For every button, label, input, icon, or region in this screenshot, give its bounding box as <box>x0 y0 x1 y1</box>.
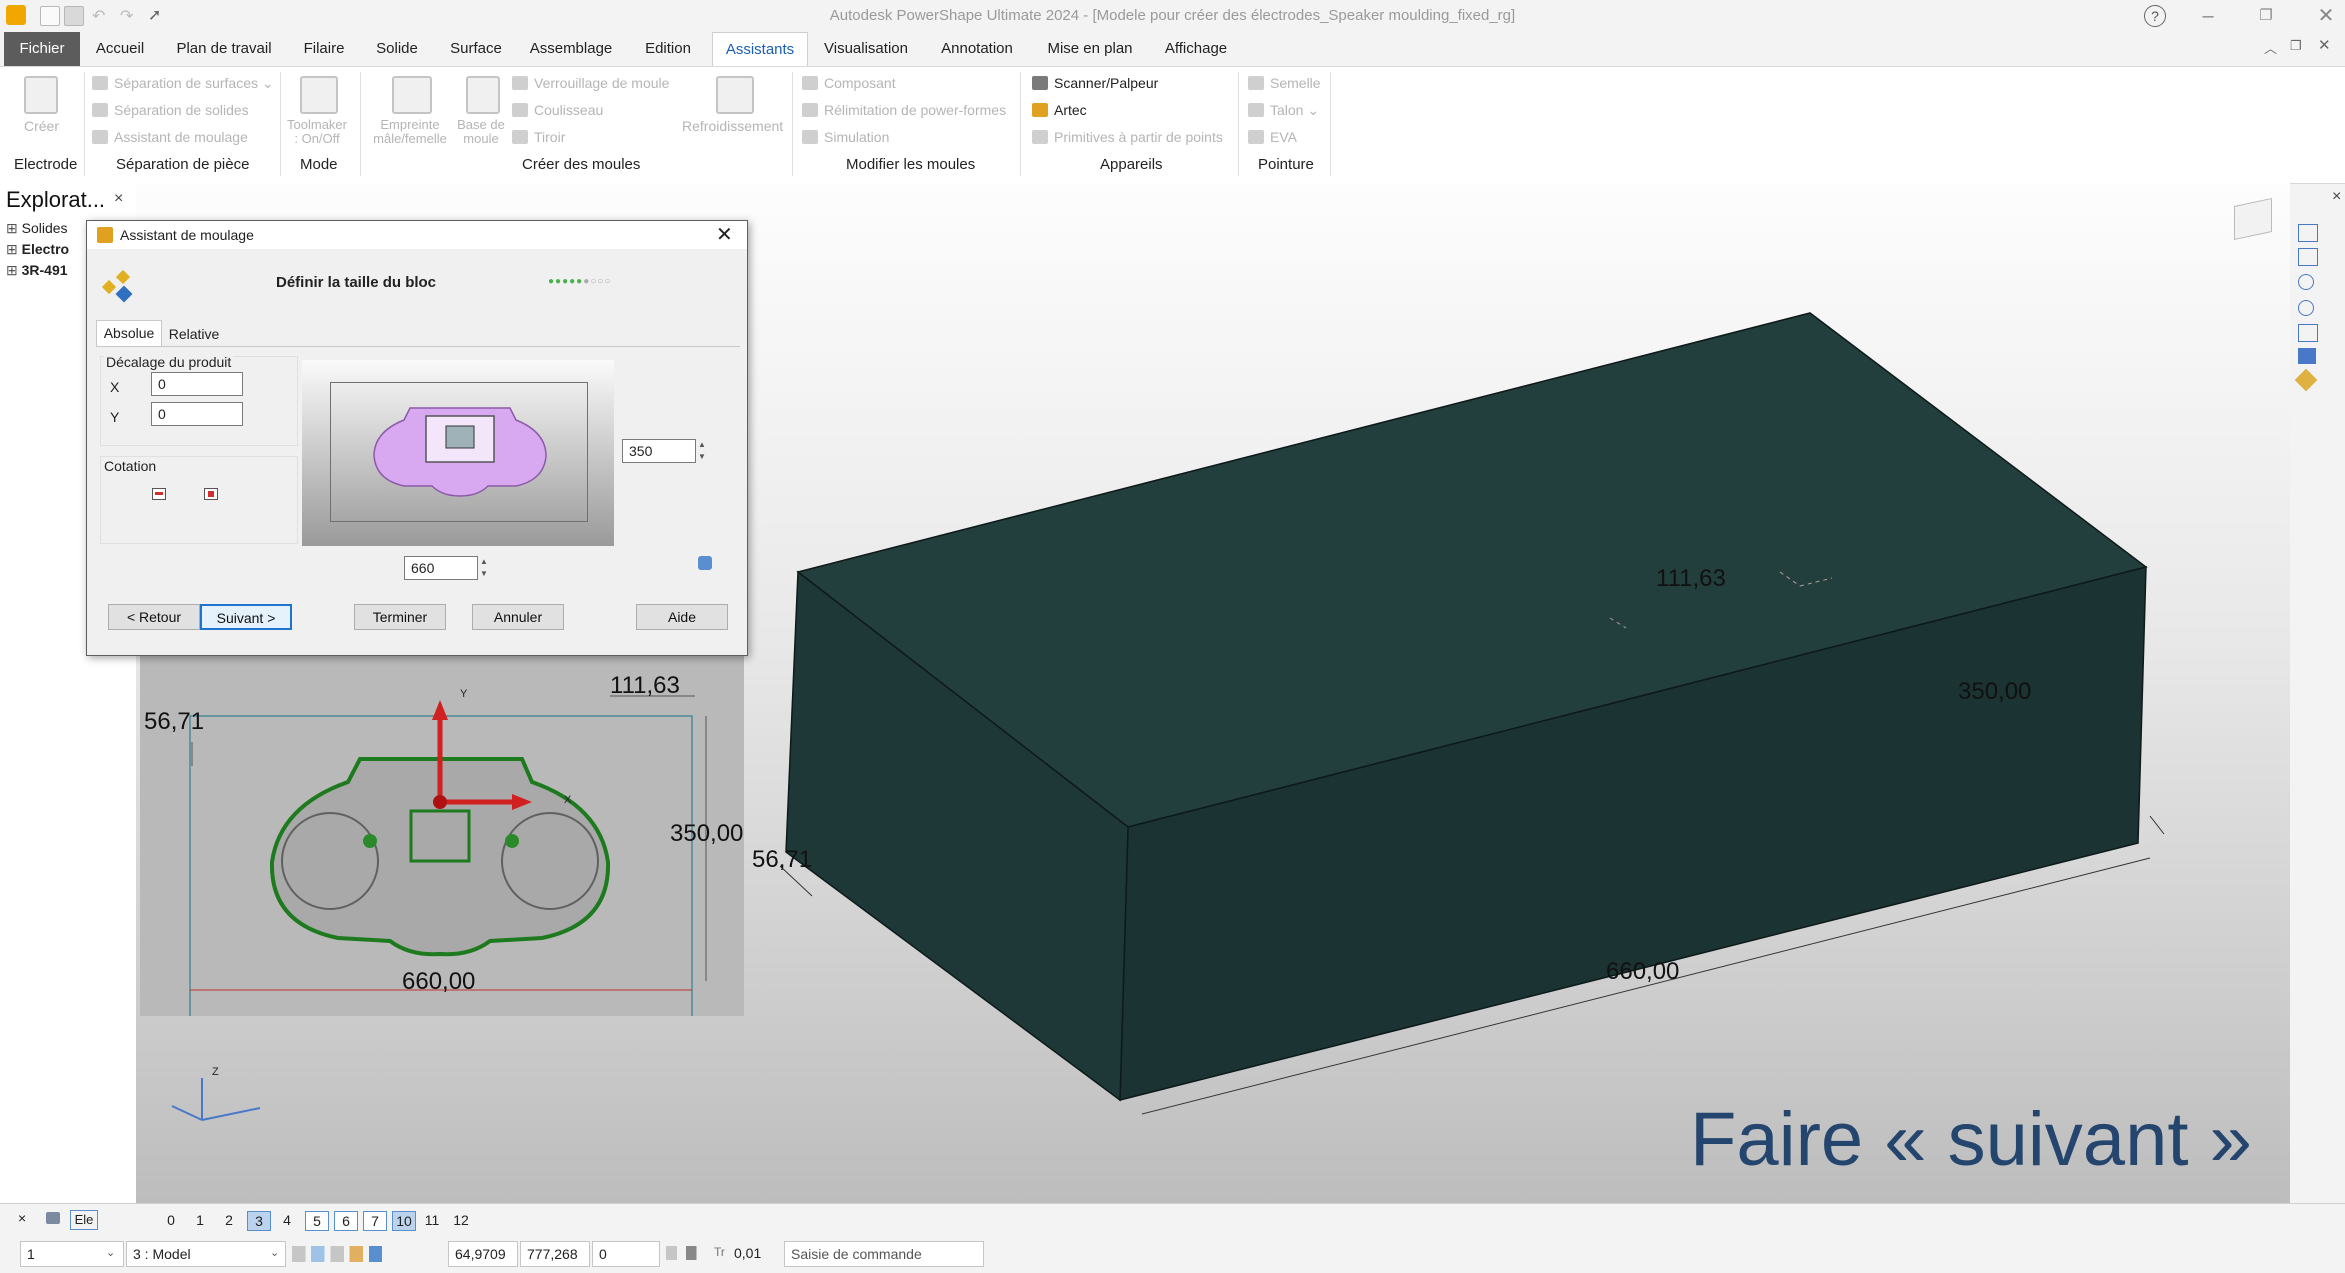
level-6[interactable]: 6 <box>334 1211 358 1231</box>
cotation-label: Cotation <box>104 458 157 474</box>
right-panel-close-icon[interactable]: × <box>2332 188 2341 206</box>
command-input[interactable]: Saisie de commande <box>784 1241 984 1267</box>
block-height-input[interactable]: 350 <box>622 439 696 463</box>
tab-absolue[interactable]: Absolue <box>96 320 162 347</box>
cotation-center-icon[interactable] <box>204 488 218 500</box>
zoom-out-icon[interactable] <box>2298 300 2314 316</box>
offset-group-label: Décalage du produit <box>104 354 234 370</box>
level-7[interactable]: 7 <box>363 1211 387 1231</box>
coord-y-field[interactable]: 777,268 <box>520 1241 590 1267</box>
level-0[interactable]: 0 <box>160 1211 182 1229</box>
wizard-icon <box>101 269 133 303</box>
shaded-view-icon[interactable] <box>2298 348 2316 364</box>
level-10[interactable]: 10 <box>392 1211 416 1231</box>
block-dim-left: 56,71 <box>752 846 813 873</box>
preview-dim-right: 350,00 <box>670 820 744 847</box>
dialog-app-icon <box>97 227 113 243</box>
offset-x-input[interactable]: 0 <box>151 372 243 396</box>
filter-icon[interactable] <box>46 1212 60 1224</box>
width-spinner[interactable]: ▲ ▼ <box>480 556 490 580</box>
level-2[interactable]: 2 <box>218 1211 240 1229</box>
preview-drawing <box>189 695 707 1016</box>
snap-icons[interactable] <box>292 1246 388 1262</box>
tolerance-value[interactable]: 0,01 <box>734 1245 761 1261</box>
preview-dim-left: 56,71 <box>144 708 205 735</box>
level-5[interactable]: 5 <box>305 1211 329 1231</box>
instruction-overlay: Faire « suivant » <box>1690 1097 2252 1182</box>
step-progress: ●●●●●●○○○ <box>548 276 612 287</box>
part-detail <box>505 834 519 848</box>
level-1[interactable]: 1 <box>189 1211 211 1229</box>
y-label: Y <box>110 409 120 425</box>
y-axis-head <box>432 700 448 720</box>
preview-refresh-icon[interactable] <box>698 556 712 570</box>
cotation-edge-icon[interactable] <box>152 488 166 500</box>
zoom-in-icon[interactable] <box>2298 274 2314 290</box>
origin-point <box>433 795 447 809</box>
next-button[interactable]: Suivant > <box>200 604 292 630</box>
workplane-select[interactable]: 3 : Model <box>126 1241 286 1267</box>
part-detail <box>363 834 377 848</box>
filter-close-icon[interactable]: × <box>18 1210 26 1226</box>
level-3[interactable]: 3 <box>247 1211 271 1231</box>
coord-z-field[interactable]: 0 <box>592 1241 660 1267</box>
chevron-down-icon[interactable]: ⌄ <box>106 1246 115 1259</box>
level-12[interactable]: 12 <box>450 1211 472 1229</box>
preview-dim-top: 111,63 <box>610 672 680 699</box>
block-width-input[interactable]: 660 <box>404 556 478 580</box>
step-heading: Définir la taille du bloc <box>276 274 437 291</box>
dialog-close-icon[interactable]: ✕ <box>716 222 733 247</box>
part-preview <box>373 407 547 497</box>
offset-y-input[interactable]: 0 <box>151 402 243 426</box>
block-dim-right: 350,00 <box>1958 678 2032 705</box>
block-dim-bottom: 660,00 <box>1606 958 1680 985</box>
cancel-button[interactable]: Annuler <box>472 604 564 630</box>
x-axis-label: X <box>564 794 572 806</box>
lock-toggle-icons[interactable] <box>666 1246 702 1260</box>
back-button[interactable]: < Retour <box>108 604 200 630</box>
tolerance-label: Tr <box>714 1245 725 1259</box>
coord-x-field[interactable]: 64,9709 <box>448 1241 518 1267</box>
view-iso-icon[interactable] <box>2298 248 2318 266</box>
height-spinner[interactable]: ▲ ▼ <box>698 439 708 463</box>
preview-dim-bottom: 660,00 <box>402 968 476 995</box>
triad-z-label: Z <box>212 1066 219 1078</box>
axis-triad <box>171 1078 261 1121</box>
dimension-line <box>2149 815 2165 835</box>
x-label: X <box>110 379 120 395</box>
level-11[interactable]: 11 <box>421 1211 443 1229</box>
dialog-title: Assistant de moulage <box>120 227 254 243</box>
finish-button[interactable]: Terminer <box>354 604 446 630</box>
block-dim-top: 111,63 <box>1656 565 1726 592</box>
zoom-box-icon[interactable] <box>2298 324 2318 342</box>
level-4[interactable]: 4 <box>276 1211 298 1229</box>
tab-relative[interactable]: Relative <box>162 322 226 346</box>
level-filter-label[interactable]: Ele <box>70 1210 98 1230</box>
y-axis-label: Y <box>460 688 468 700</box>
chevron-down-icon[interactable]: ⌄ <box>270 1246 279 1259</box>
view-tool-icon[interactable] <box>2298 224 2318 242</box>
help-button[interactable]: Aide <box>636 604 728 630</box>
